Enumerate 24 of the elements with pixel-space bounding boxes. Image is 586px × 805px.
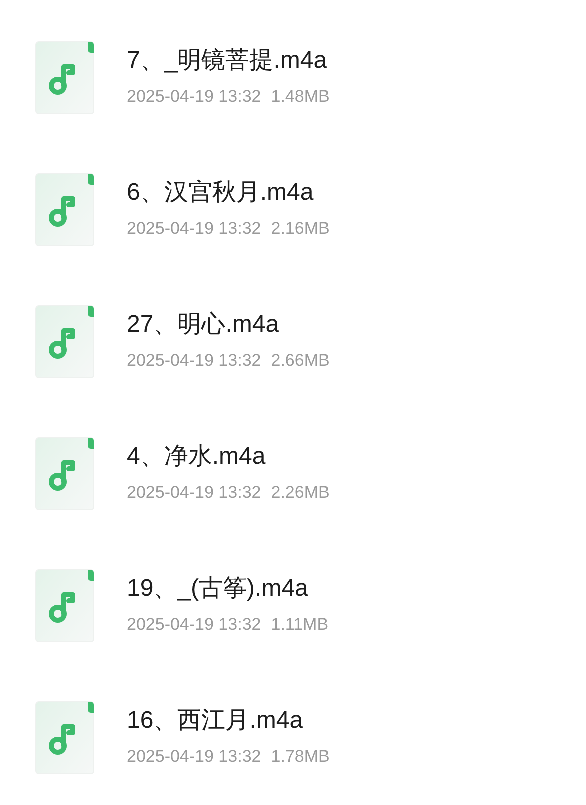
audio-file-icon xyxy=(35,701,95,775)
audio-file-icon xyxy=(35,305,95,379)
file-date: 2025-04-19 13:32 xyxy=(127,218,262,240)
audio-file-icon xyxy=(35,437,95,511)
file-date: 2025-04-19 13:32 xyxy=(127,746,262,768)
file-name: 27、明心.m4a xyxy=(127,310,280,340)
file-name: 19、_(古筝).m4a xyxy=(127,574,310,604)
file-size: 2.16MB xyxy=(271,218,330,240)
file-date: 2025-04-19 13:32 xyxy=(127,482,262,504)
file-name: 4、净水.m4a xyxy=(127,442,267,472)
file-name: 16、西江月.m4a xyxy=(127,706,304,736)
file-size: 1.11MB xyxy=(271,614,329,636)
audio-file-icon xyxy=(35,569,95,643)
audio-file-icon xyxy=(35,41,95,115)
file-date: 2025-04-19 13:32 xyxy=(127,350,262,372)
file-name: 6、汉宫秋月.m4a xyxy=(127,178,315,208)
file-size: 2.26MB xyxy=(271,482,330,504)
file-date: 2025-04-19 13:32 xyxy=(127,86,262,108)
file-size: 1.78MB xyxy=(271,746,330,768)
file-date: 2025-04-19 13:32 xyxy=(127,614,262,636)
file-size: 2.66MB xyxy=(271,350,330,372)
file-size: 1.48MB xyxy=(271,86,330,108)
audio-file-icon xyxy=(35,173,95,247)
file-name: 7、_明镜菩提.m4a xyxy=(127,46,328,76)
